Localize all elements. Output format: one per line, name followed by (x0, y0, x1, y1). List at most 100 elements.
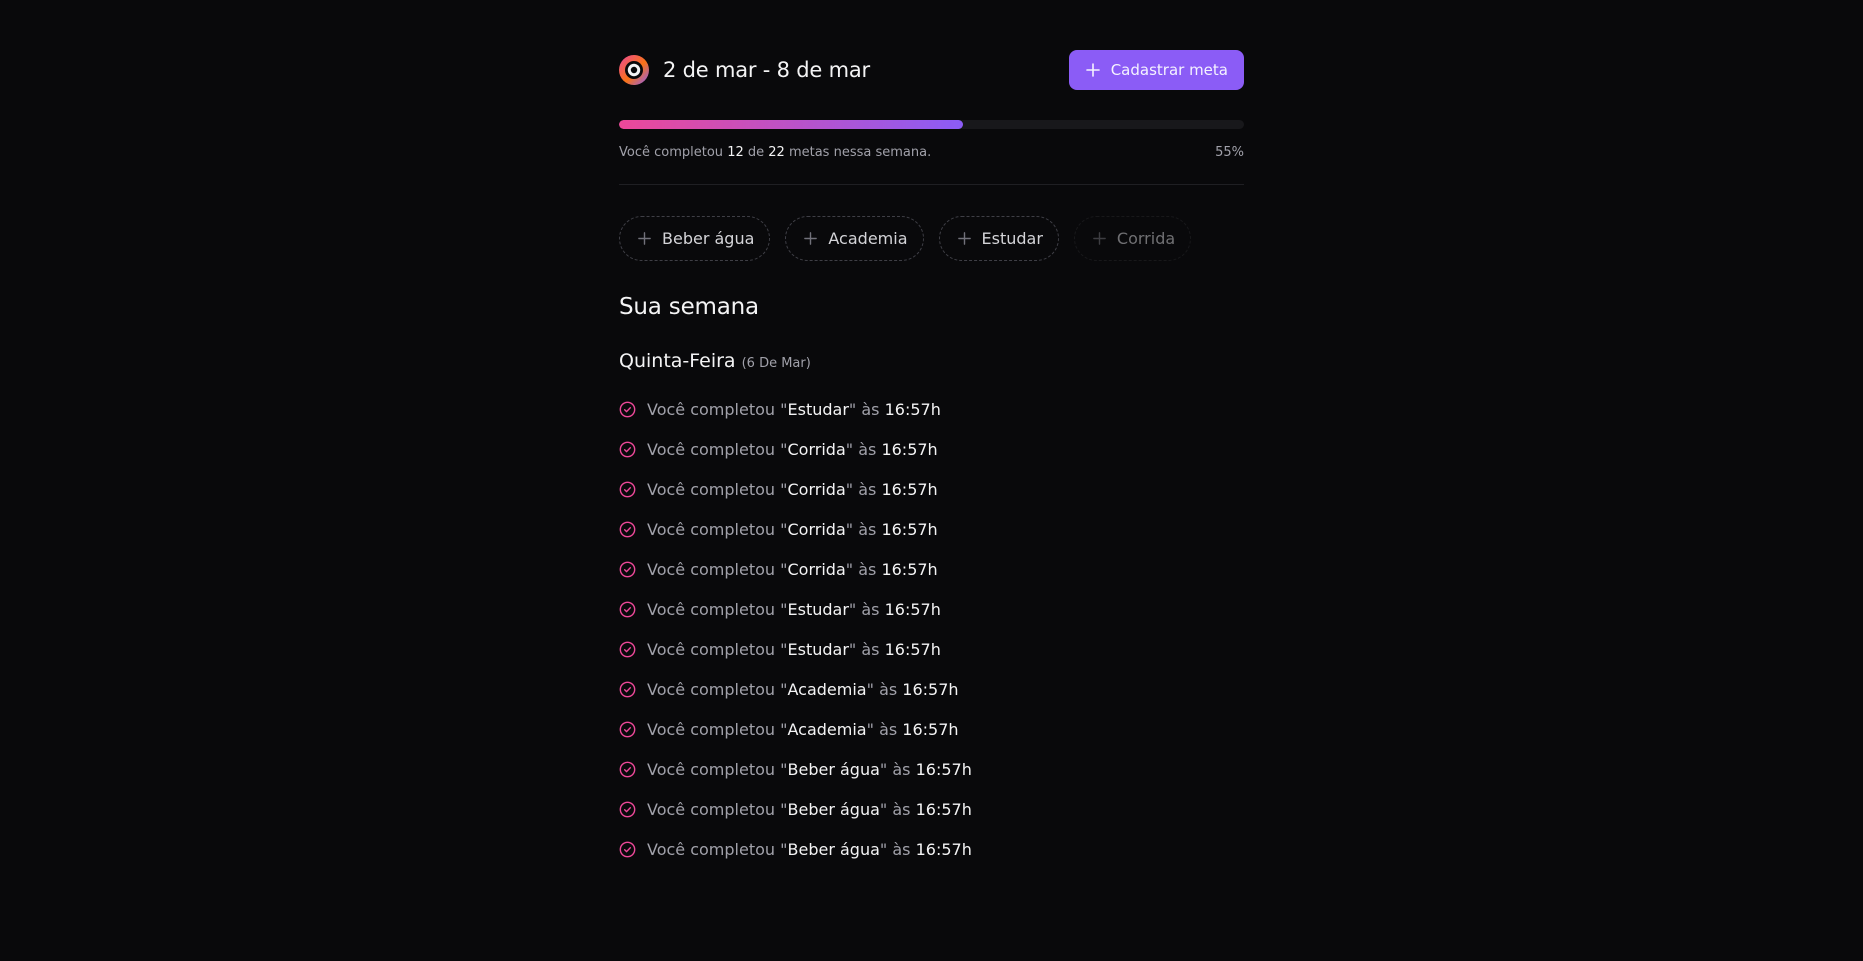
completion-goal-title: Beber água (787, 839, 880, 859)
create-goal-label: Cadastrar meta (1110, 61, 1228, 79)
completion-at: às (892, 759, 911, 779)
plus-icon (1093, 232, 1106, 245)
progress-completed-count: 12 (727, 145, 744, 160)
completion-time: 16:57h (915, 799, 972, 819)
completion-text: Você completou "Estudar" às 16:57h (647, 639, 941, 659)
completion-at: às (892, 799, 911, 819)
pending-goal-label: Academia (828, 229, 908, 248)
completed-goal-item: Você completou "Academia" às 16:57h (619, 669, 1244, 709)
app-main: 2 de mar - 8 de mar Cadastrar meta Você … (619, 50, 1244, 869)
completion-prefix: Você completou (647, 719, 776, 739)
completed-goal-item: Você completou "Beber água" às 16:57h (619, 829, 1244, 869)
circle-check-icon (619, 681, 636, 697)
completion-goal-title: Estudar (787, 399, 849, 419)
divider (619, 184, 1244, 185)
completion-goal-title: Corrida (787, 559, 846, 579)
pending-goal-label: Beber água (662, 229, 755, 248)
completion-goal-title: Corrida (787, 439, 846, 459)
pending-goal-button[interactable]: Corrida (1073, 216, 1192, 261)
completion-prefix: Você completou (647, 479, 776, 499)
completion-prefix: Você completou (647, 559, 776, 579)
circle-check-icon (619, 721, 636, 737)
completion-at: às (879, 679, 898, 699)
completion-at: às (861, 599, 880, 619)
completion-goal-title: Beber água (787, 799, 880, 819)
completion-prefix: Você completou (647, 679, 776, 699)
completion-goal-title: Academia (787, 719, 867, 739)
completed-goal-item: Você completou "Beber água" às 16:57h (619, 789, 1244, 829)
circle-check-icon (619, 401, 636, 417)
completion-at: às (858, 519, 877, 539)
completed-goal-item: Você completou "Estudar" às 16:57h (619, 589, 1244, 629)
header: 2 de mar - 8 de mar Cadastrar meta (619, 50, 1244, 90)
completion-goal-title: Corrida (787, 519, 846, 539)
completion-prefix: Você completou (647, 599, 776, 619)
completed-goal-item: Você completou "Corrida" às 16:57h (619, 549, 1244, 589)
circle-check-icon (619, 481, 636, 497)
circle-check-icon (619, 441, 636, 457)
progress-info: Você completou 12 de 22 metas nessa sema… (619, 145, 1244, 160)
completion-text: Você completou "Academia" às 16:57h (647, 679, 959, 699)
completion-time: 16:57h (915, 759, 972, 779)
completion-at: às (858, 559, 877, 579)
progress-text-middle: de (747, 145, 765, 160)
day-weekday: Quinta-Feira (619, 350, 736, 372)
completion-text: Você completou "Corrida" às 16:57h (647, 479, 938, 499)
plus-icon (1085, 63, 1100, 77)
completion-goal-title: Beber água (787, 759, 880, 779)
completion-at: às (858, 439, 877, 459)
completion-time: 16:57h (915, 839, 972, 859)
pending-goal-button[interactable]: Beber água (619, 216, 771, 261)
completed-goal-item: Você completou "Corrida" às 16:57h (619, 509, 1244, 549)
completion-text: Você completou "Academia" às 16:57h (647, 719, 959, 739)
completion-text: Você completou "Estudar" às 16:57h (647, 599, 941, 619)
completed-goal-item: Você completou "Academia" às 16:57h (619, 709, 1244, 749)
completed-goal-item: Você completou "Estudar" às 16:57h (619, 389, 1244, 429)
completed-goal-item: Você completou "Beber água" às 16:57h (619, 749, 1244, 789)
day-date: (6 De Mar) (741, 356, 811, 371)
circle-check-icon (619, 601, 636, 617)
plus-icon (638, 232, 651, 245)
completion-text: Você completou "Corrida" às 16:57h (647, 519, 938, 539)
completion-time: 16:57h (884, 399, 941, 419)
progress-summary: Você completou 12 de 22 metas nessa sema… (619, 145, 931, 160)
progress-total-count: 22 (768, 145, 785, 160)
progress-percent: 55% (1215, 145, 1244, 160)
completed-goals-list: Você completou "Estudar" às 16:57h Você c… (619, 389, 1244, 869)
completion-text: Você completou "Estudar" às 16:57h (647, 399, 941, 419)
in-orbit-logo-icon (619, 55, 649, 85)
week-summary-title: Sua semana (619, 294, 759, 320)
completion-time: 16:57h (881, 479, 938, 499)
completion-prefix: Você completou (647, 639, 776, 659)
progress-fill (619, 120, 963, 129)
circle-check-icon (619, 641, 636, 657)
completion-prefix: Você completou (647, 399, 776, 419)
completion-text: Você completou "Beber água" às 16:57h (647, 799, 972, 819)
completion-at: às (879, 719, 898, 739)
completion-prefix: Você completou (647, 439, 776, 459)
pending-goal-label: Estudar (981, 229, 1043, 248)
completion-time: 16:57h (881, 439, 938, 459)
circle-check-icon (619, 521, 636, 537)
completion-time: 16:57h (902, 719, 959, 739)
completion-at: às (892, 839, 911, 859)
completion-text: Você completou "Corrida" às 16:57h (647, 559, 938, 579)
circle-check-icon (619, 561, 636, 577)
completion-at: às (858, 479, 877, 499)
completion-goal-title: Estudar (787, 639, 849, 659)
completion-prefix: Você completou (647, 799, 776, 819)
completion-time: 16:57h (881, 559, 938, 579)
pending-goal-label: Corrida (1116, 229, 1176, 248)
completion-time: 16:57h (902, 679, 959, 699)
circle-check-icon (619, 801, 636, 817)
pending-goal-button[interactable]: Academia (785, 216, 924, 261)
completion-time: 16:57h (884, 639, 941, 659)
pending-goal-button[interactable]: Estudar (938, 216, 1059, 261)
completion-text: Você completou "Beber água" às 16:57h (647, 759, 972, 779)
completion-text: Você completou "Beber água" às 16:57h (647, 839, 972, 859)
completion-prefix: Você completou (647, 839, 776, 859)
header-left: 2 de mar - 8 de mar (619, 55, 870, 85)
completed-goal-item: Você completou "Corrida" às 16:57h (619, 429, 1244, 469)
create-goal-button[interactable]: Cadastrar meta (1068, 50, 1244, 90)
completion-at: às (861, 399, 880, 419)
